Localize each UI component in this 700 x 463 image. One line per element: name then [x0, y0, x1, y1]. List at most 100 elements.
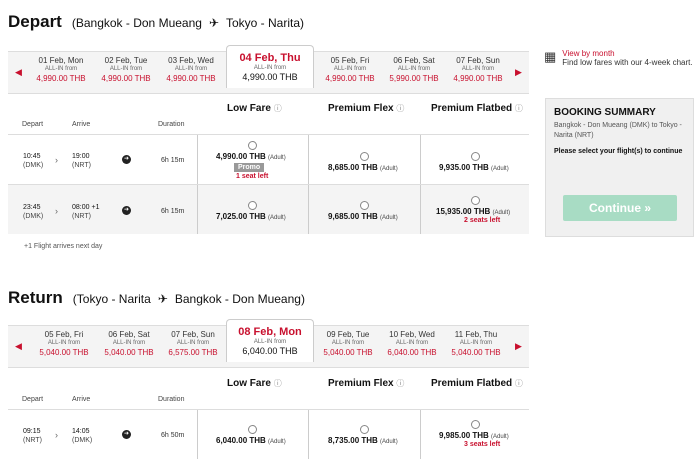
- date-sub: ALL-IN from: [112, 340, 146, 346]
- premium-flatbed-radio[interactable]: [471, 196, 480, 205]
- date-label: 08 Feb, Mon: [238, 326, 302, 338]
- return-title: Return: [8, 288, 63, 307]
- date-sub: ALL-IN from: [331, 340, 365, 346]
- view-by-month[interactable]: ▦ View by month Find low fares with our …: [544, 49, 694, 67]
- divider: [197, 185, 198, 234]
- col-arrive: Arrive: [72, 396, 91, 403]
- time: 09:15: [23, 428, 41, 435]
- premium-flex-header: Premium Flex ⓘ: [328, 378, 404, 389]
- price-value: 9,685.00 THB: [328, 212, 378, 221]
- date-label: 07 Feb, Sun: [171, 330, 215, 339]
- time: 08:00: [72, 204, 90, 211]
- depart-heading: Depart (Bangkok - Don Mueang ✈ Tokyo - N…: [8, 12, 304, 32]
- price-value: 6,040.00 THB: [216, 436, 266, 445]
- depart-date-selected[interactable]: 04 Feb, Thu ALL-IN from 4,990.00 THB: [226, 45, 314, 88]
- next-day-note: +1 Flight arrives next day: [24, 243, 103, 250]
- date-sub: ALL-IN from: [109, 66, 143, 72]
- left-arrow-icon[interactable]: ◀: [15, 67, 22, 78]
- date-price: 5,040.00 THB: [451, 348, 501, 357]
- date-sub: ALL-IN from: [459, 340, 493, 346]
- flight-details-icon[interactable]: ➜: [122, 430, 131, 439]
- seats-left: 3 seats left: [464, 441, 501, 448]
- return-date-selected[interactable]: 08 Feb, Mon ALL-IN from 6,040.00 THB: [226, 319, 314, 362]
- time: 23:45: [23, 204, 41, 211]
- return-destination: Bangkok - Don Mueang): [174, 292, 305, 306]
- date-label: 02 Feb, Tue: [104, 56, 148, 65]
- low-fare-radio[interactable]: [248, 141, 257, 150]
- right-arrow-icon[interactable]: ▶: [515, 67, 522, 78]
- return-origin: (Tokyo - Narita: [72, 292, 151, 306]
- premium-flatbed-radio[interactable]: [471, 152, 480, 161]
- adult-label: (Adult): [268, 155, 286, 161]
- return-date-1[interactable]: 06 Feb, Sat ALL-IN from 5,040.00 THB: [98, 330, 160, 357]
- divider: [308, 185, 309, 234]
- promo-badge: Promo: [234, 163, 265, 172]
- adult-label: (Adult): [380, 215, 398, 221]
- airport: (NRT): [72, 162, 91, 169]
- arrive-time: 14:05 (DMK): [72, 427, 92, 445]
- low-fare-radio[interactable]: [248, 425, 257, 434]
- fare-label: Low Fare: [227, 378, 271, 389]
- continue-button[interactable]: Continue »: [563, 195, 677, 221]
- return-date-6[interactable]: 11 Feb, Thu ALL-IN from 5,040.00 THB: [445, 330, 507, 357]
- return-date-0[interactable]: 05 Feb, Fri ALL-IN from 5,040.00 THB: [33, 330, 95, 357]
- date-price: 4,990.00 THB: [36, 74, 86, 83]
- return-date-2[interactable]: 07 Feb, Sun ALL-IN from 6,575.00 THB: [162, 330, 224, 357]
- divider: [197, 135, 198, 184]
- premium-flex-radio[interactable]: [360, 152, 369, 161]
- calendar-icon: ▦: [544, 49, 557, 64]
- divider: [420, 185, 421, 234]
- flight-details-icon[interactable]: ➜: [122, 155, 131, 164]
- flight-row: 10:45 (DMK) › 19:00 (NRT) ➜ 6h 15m 4,990.0…: [8, 134, 529, 184]
- date-price: 5,040.00 THB: [104, 348, 154, 357]
- summary-instruction: Please select your flight(s) to continue: [554, 148, 683, 155]
- date-label: 05 Feb, Fri: [44, 330, 84, 339]
- return-date-5[interactable]: 10 Feb, Wed ALL-IN from 6,040.00 THB: [381, 330, 443, 357]
- date-label: 03 Feb, Wed: [168, 56, 214, 65]
- airport: (NRT): [23, 437, 42, 444]
- depart-date-4[interactable]: 05 Feb, Fri ALL-IN from 4,990.00 THB: [319, 56, 381, 83]
- depart-date-5[interactable]: 06 Feb, Sat ALL-IN from 5,990.00 THB: [383, 56, 445, 83]
- info-icon[interactable]: ⓘ: [396, 379, 404, 388]
- info-icon[interactable]: ⓘ: [274, 104, 282, 113]
- depart-date-1[interactable]: 02 Feb, Tue ALL-IN from 4,990.00 THB: [95, 56, 157, 83]
- depart-destination: Tokyo - Narita): [226, 16, 305, 30]
- depart-date-2[interactable]: 03 Feb, Wed ALL-IN from 4,990.00 THB: [160, 56, 222, 83]
- info-icon[interactable]: ⓘ: [515, 379, 523, 388]
- date-label: 01 Feb, Mon: [38, 56, 84, 65]
- depart-origin: (Bangkok - Don Mueang: [71, 16, 202, 30]
- info-icon[interactable]: ⓘ: [515, 104, 523, 113]
- view-by-month-link[interactable]: View by month: [562, 49, 692, 58]
- price-value: 7,025.00 THB: [216, 212, 266, 221]
- low-fare-header: Low Fare ⓘ: [227, 378, 282, 389]
- premium-flex-price: 8,735.00 THB (Adult): [328, 436, 398, 445]
- premium-flex-radio[interactable]: [360, 425, 369, 434]
- divider: [420, 135, 421, 184]
- flight-details-icon[interactable]: ➜: [122, 206, 131, 215]
- low-fare-price: 6,040.00 THB (Adult): [216, 436, 286, 445]
- low-fare-header: Low Fare ⓘ: [227, 103, 282, 114]
- adult-label: (Adult): [492, 210, 511, 216]
- return-date-4[interactable]: 09 Feb, Tue ALL-IN from 5,040.00 THB: [317, 330, 379, 357]
- left-arrow-icon[interactable]: ◀: [15, 341, 22, 352]
- depart-date-6[interactable]: 07 Feb, Sun ALL-IN from 4,990.00 THB: [447, 56, 509, 83]
- fare-label: Premium Flatbed: [431, 103, 513, 114]
- right-arrow-icon[interactable]: ▶: [515, 341, 522, 352]
- date-price: 4,990.00 THB: [166, 74, 216, 83]
- col-depart: Depart: [22, 121, 44, 128]
- date-sub: ALL-IN from: [44, 66, 78, 72]
- depart-time: 23:45 (DMK): [23, 203, 43, 221]
- low-fare-price: 4,990.00 THB (Adult): [216, 152, 286, 161]
- depart-date-0[interactable]: 01 Feb, Mon ALL-IN from 4,990.00 THB: [30, 56, 92, 83]
- info-icon[interactable]: ⓘ: [396, 104, 404, 113]
- premium-flex-radio[interactable]: [360, 201, 369, 210]
- premium-flatbed-radio[interactable]: [471, 420, 480, 429]
- view-by-month-desc: Find low fares with our 4-week chart.: [562, 58, 693, 67]
- info-icon[interactable]: ⓘ: [274, 379, 282, 388]
- flight-row: 09:15 (NRT) › 14:05 (DMK) ➜ 6h 50m 6,040.0…: [8, 409, 529, 459]
- plane-icon: ✈: [157, 292, 168, 306]
- date-label: 06 Feb, Sat: [393, 56, 435, 65]
- low-fare-radio[interactable]: [248, 201, 257, 210]
- price-value: 15,935.00 THB: [436, 207, 491, 216]
- duration: 6h 15m: [161, 157, 185, 164]
